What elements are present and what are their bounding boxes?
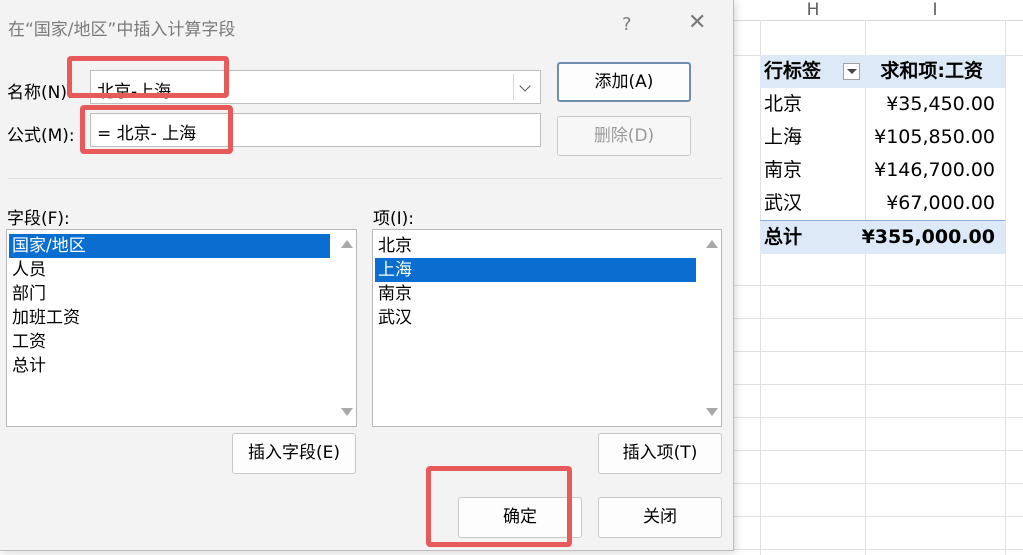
- grid-line: [734, 516, 1023, 517]
- fields-listbox[interactable]: 国家/地区 人员 部门 加班工资 工资 总计: [6, 229, 357, 427]
- column-header-i[interactable]: I: [925, 0, 945, 20]
- pivot-total-value[interactable]: ¥355,000.00: [862, 221, 995, 254]
- list-item[interactable]: 国家/地区: [9, 234, 330, 258]
- items-scrollbar[interactable]: [701, 230, 721, 426]
- list-item[interactable]: 工资: [9, 330, 330, 354]
- name-label: 名称(N):: [7, 83, 73, 103]
- grid-line: [734, 483, 1023, 484]
- scroll-down-icon[interactable]: [341, 408, 353, 416]
- insert-item-button[interactable]: 插入项(T): [598, 433, 722, 474]
- list-item[interactable]: 部门: [9, 282, 330, 306]
- pivot-row[interactable]: 武汉 ¥67,000.00: [760, 187, 1005, 220]
- grid-line: [734, 450, 1023, 451]
- grid-line: [734, 549, 1023, 550]
- pivot-row[interactable]: 北京 ¥35,450.00: [760, 88, 1005, 121]
- insert-field-button[interactable]: 插入字段(E): [232, 433, 356, 474]
- pivot-row-label[interactable]: 南京: [764, 154, 802, 187]
- pivot-row-label[interactable]: 武汉: [764, 187, 802, 220]
- pivot-total-label[interactable]: 总计: [764, 221, 802, 254]
- list-item[interactable]: 南京: [375, 282, 696, 306]
- pivot-row-value[interactable]: ¥105,850.00: [874, 121, 995, 154]
- close-icon[interactable]: ✕: [688, 12, 706, 34]
- scroll-down-icon[interactable]: [706, 408, 718, 416]
- fields-scrollbar[interactable]: [336, 230, 356, 426]
- help-icon[interactable]: ?: [622, 14, 632, 35]
- divider: [8, 178, 722, 179]
- pivot-table: 行标签 求和项:工资 北京 ¥35,450.00 上海 ¥105,850.00 …: [760, 55, 1005, 254]
- list-item[interactable]: 武汉: [375, 306, 696, 330]
- pivot-header-row[interactable]: 行标签 求和项:工资: [760, 55, 1005, 88]
- fields-label: 字段(F):: [7, 209, 70, 229]
- add-button[interactable]: 添加(A): [557, 62, 691, 102]
- close-button[interactable]: 关闭: [598, 497, 722, 538]
- list-item[interactable]: 上海: [375, 258, 696, 282]
- scroll-up-icon[interactable]: [706, 240, 718, 248]
- delete-button[interactable]: 删除(D): [557, 116, 691, 156]
- pivot-row-value[interactable]: ¥67,000.00: [886, 187, 995, 220]
- filter-dropdown-icon[interactable]: [843, 63, 860, 80]
- grid-line: [1005, 20, 1006, 555]
- pivot-row-label[interactable]: 北京: [764, 88, 802, 121]
- column-header-h[interactable]: H: [803, 0, 823, 20]
- pivot-total-row[interactable]: 总计 ¥355,000.00: [760, 220, 1005, 254]
- pivot-row-label[interactable]: 上海: [764, 121, 802, 154]
- pivot-row-value[interactable]: ¥35,450.00: [886, 88, 995, 121]
- pivot-value-header[interactable]: 求和项:工资: [880, 55, 983, 88]
- grid-line: [734, 285, 1023, 286]
- pivot-row[interactable]: 南京 ¥146,700.00: [760, 154, 1005, 187]
- grid-line: [734, 417, 1023, 418]
- pivot-row-labels-header[interactable]: 行标签: [764, 55, 821, 88]
- pivot-row-value[interactable]: ¥146,700.00: [874, 154, 995, 187]
- list-item[interactable]: 总计: [9, 354, 330, 378]
- items-label: 项(I):: [373, 209, 415, 229]
- insert-calculated-item-dialog: 在“国家/地区”中插入计算字段 ? ✕ 名称(N): 北京-上海 公式(M): …: [0, 0, 734, 551]
- items-listbox[interactable]: 北京 上海 南京 武汉: [372, 229, 722, 427]
- list-item[interactable]: 人员: [9, 258, 330, 282]
- list-item[interactable]: 北京: [375, 234, 696, 258]
- chevron-down-icon[interactable]: [513, 74, 538, 100]
- highlight-formula-box: [80, 105, 233, 154]
- pivot-row[interactable]: 上海 ¥105,850.00: [760, 121, 1005, 154]
- grid-line: [734, 384, 1023, 385]
- grid-line: [734, 351, 1023, 352]
- highlight-ok-button: [426, 466, 572, 547]
- scroll-up-icon[interactable]: [341, 240, 353, 248]
- highlight-name-box: [67, 56, 229, 98]
- list-item[interactable]: 加班工资: [9, 306, 330, 330]
- grid-line: [734, 318, 1023, 319]
- dialog-title: 在“国家/地区”中插入计算字段: [8, 20, 236, 40]
- formula-label: 公式(M):: [7, 126, 75, 146]
